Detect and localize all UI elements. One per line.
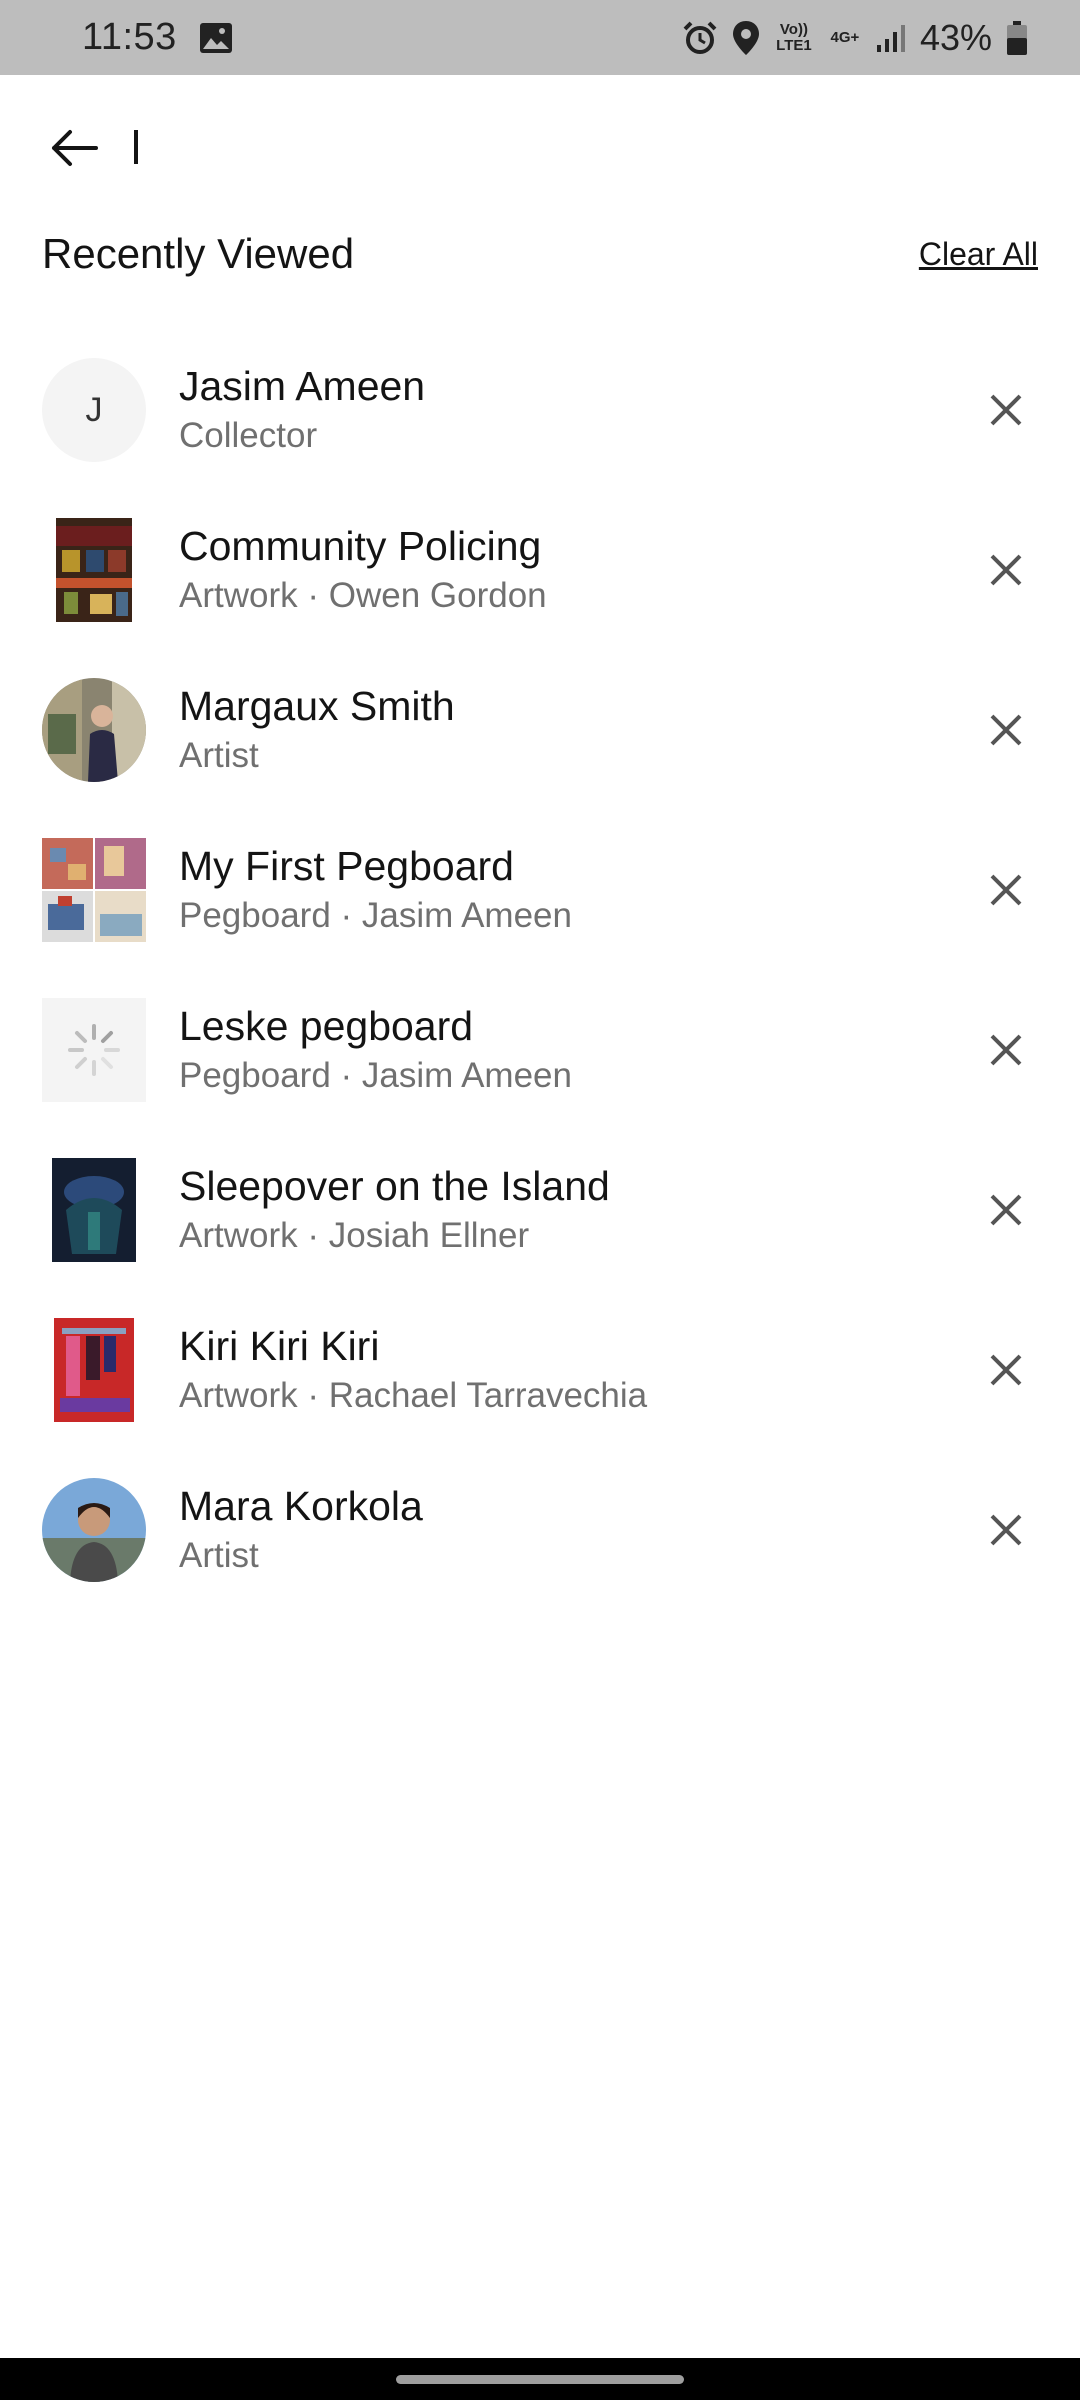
item-title: My First Pegboard	[179, 843, 514, 889]
arrow-left-icon	[52, 129, 98, 166]
artwork-thumbnail	[42, 1318, 146, 1422]
loading-spinner-icon	[68, 1024, 120, 1076]
text-caret	[134, 130, 138, 164]
close-icon	[990, 874, 1022, 906]
remove-button[interactable]	[976, 1020, 1036, 1080]
close-icon	[990, 1194, 1022, 1226]
close-icon	[990, 394, 1022, 426]
status-bar: 11:53 Vo)) LTE1 4G+ 43%	[0, 0, 1080, 75]
item-title: Mara Korkola	[179, 1483, 423, 1529]
close-icon	[990, 554, 1022, 586]
search-input[interactable]	[132, 126, 1032, 169]
close-icon	[990, 1034, 1022, 1066]
alarm-icon	[683, 21, 717, 54]
item-title: Kiri Kiri Kiri	[179, 1323, 380, 1369]
pegboard-thumbnail	[42, 838, 146, 942]
remove-button[interactable]	[976, 540, 1036, 600]
network-type-indicator: 4G+	[830, 28, 860, 46]
item-title: Margaux Smith	[179, 683, 455, 729]
home-indicator[interactable]	[396, 2375, 684, 2384]
item-subtitle: Pegboard · Jasim Ameen	[179, 896, 572, 935]
list-item[interactable]: Community Policing Artwork · Owen Gordon	[0, 490, 1080, 650]
item-subtitle: Artist	[179, 736, 259, 775]
item-subtitle: Artwork · Owen Gordon	[179, 576, 547, 615]
battery-icon	[1007, 20, 1027, 55]
artwork-thumbnail	[42, 518, 146, 622]
item-subtitle: Artwork · Rachael Tarravechia	[179, 1376, 648, 1415]
item-title: Jasim Ameen	[179, 363, 426, 409]
location-icon	[732, 20, 759, 55]
recently-viewed-list: J Jasim Ameen Collector Community Polici…	[0, 330, 1080, 1610]
signal-icon	[876, 24, 905, 52]
remove-button[interactable]	[976, 860, 1036, 920]
pegboard-collage	[42, 838, 146, 942]
artwork-image	[42, 1318, 146, 1422]
recently-viewed-header: Recently Viewed Clear All	[42, 230, 1038, 278]
item-title: Leske pegboard	[179, 1003, 474, 1049]
pegboard-thumbnail	[42, 998, 146, 1102]
avatar	[42, 1478, 146, 1582]
list-item[interactable]: Leske pegboard Pegboard · Jasim Ameen	[0, 970, 1080, 1130]
system-nav-bar	[0, 2358, 1080, 2400]
list-item[interactable]: Mara Korkola Artist	[0, 1450, 1080, 1610]
status-time: 11:53	[82, 16, 177, 58]
remove-button[interactable]	[976, 1500, 1036, 1560]
list-item[interactable]: My First Pegboard Pegboard · Jasim Ameen	[0, 810, 1080, 970]
list-item[interactable]: Sleepover on the Island Artwork · Josiah…	[0, 1130, 1080, 1290]
item-subtitle: Artwork · Josiah Ellner	[179, 1216, 530, 1255]
artwork-image	[42, 1158, 146, 1262]
avatar-initial: J	[85, 390, 103, 429]
list-item[interactable]: J Jasim Ameen Collector	[0, 330, 1080, 490]
close-icon	[990, 1354, 1022, 1386]
section-title: Recently Viewed	[42, 230, 355, 277]
avatar	[42, 678, 146, 782]
remove-button[interactable]	[976, 380, 1036, 440]
close-icon	[990, 714, 1022, 746]
back-button[interactable]	[46, 120, 102, 176]
volte-indicator: Vo)) LTE1	[776, 20, 812, 54]
item-subtitle: Artist	[179, 1536, 259, 1575]
avatar-photo	[42, 678, 146, 782]
artwork-thumbnail	[42, 1158, 146, 1262]
avatar-photo	[42, 1478, 146, 1582]
remove-button[interactable]	[976, 1180, 1036, 1240]
list-item[interactable]: Kiri Kiri Kiri Artwork · Rachael Tarrave…	[0, 1290, 1080, 1450]
artwork-image	[42, 518, 146, 622]
avatar: J	[42, 358, 146, 462]
item-subtitle: Pegboard · Jasim Ameen	[179, 1056, 572, 1095]
search-header	[0, 75, 1080, 220]
close-icon	[990, 1514, 1022, 1546]
battery-percent: 43%	[919, 16, 992, 58]
clear-all-button[interactable]: Clear All	[919, 236, 1038, 273]
item-title: Sleepover on the Island	[179, 1163, 610, 1209]
remove-button[interactable]	[976, 1340, 1036, 1400]
item-title: Community Policing	[179, 523, 542, 569]
gallery-icon	[199, 22, 232, 53]
list-item[interactable]: Margaux Smith Artist	[0, 650, 1080, 810]
item-subtitle: Collector	[179, 416, 318, 455]
remove-button[interactable]	[976, 700, 1036, 760]
status-icons: Vo)) LTE1 4G+ 43%	[682, 17, 1028, 59]
